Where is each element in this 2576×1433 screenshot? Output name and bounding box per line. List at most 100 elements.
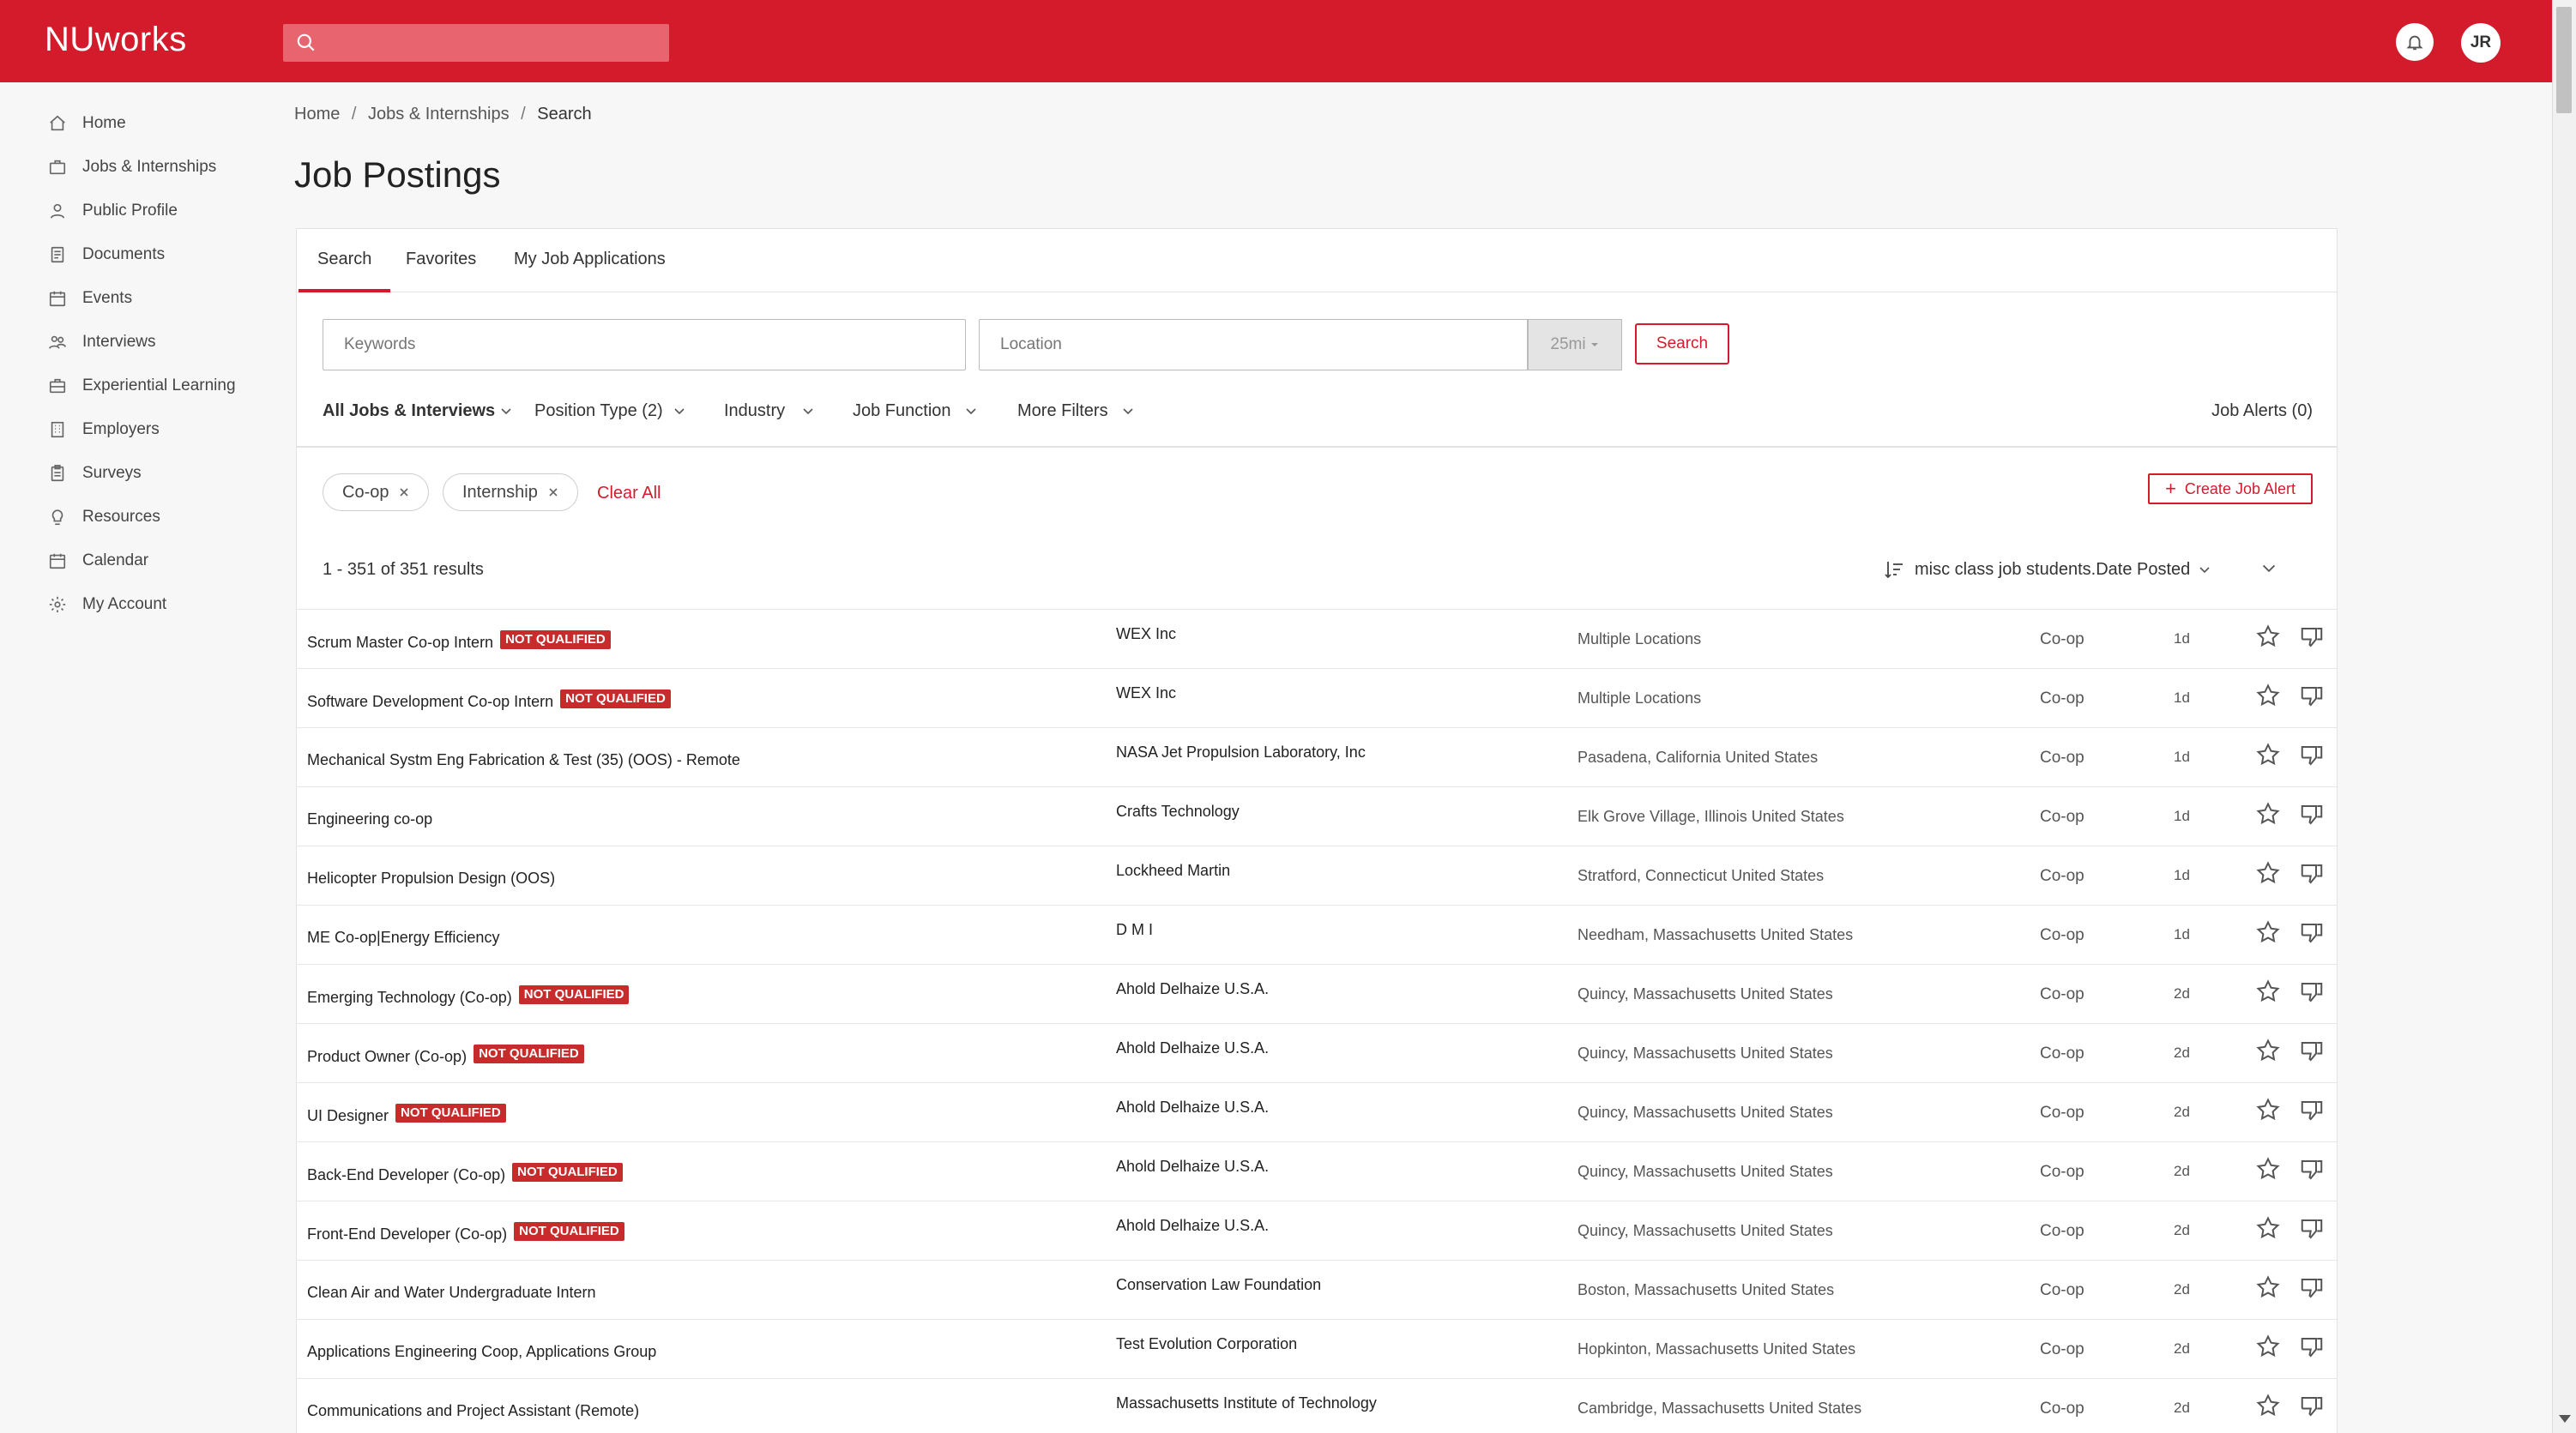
employer-name[interactable]: Ahold Delhaize U.S.A. [1116,1099,1269,1117]
breadcrumb-home-link[interactable]: Home [294,105,340,123]
thumbs-down-icon[interactable] [2299,1216,2325,1242]
employer-name[interactable]: Ahold Delhaize U.S.A. [1116,1158,1269,1176]
employer-name[interactable]: WEX Inc [1116,625,1176,643]
employer-name[interactable]: Crafts Technology [1116,803,1240,821]
sidebar-item-surveys[interactable]: Surveys [48,456,142,491]
job-title-link[interactable]: Mechanical Systm Eng Fabrication & Test … [307,751,740,769]
thumbs-down-icon[interactable] [2299,743,2325,768]
star-icon[interactable] [2255,1156,2281,1182]
job-title-link[interactable]: Software Development Co-op Intern [307,693,553,711]
employer-name[interactable]: Conservation Law Foundation [1116,1276,1321,1294]
brand-logo[interactable]: NUworks [45,21,187,59]
job-row[interactable]: Front-End Developer (Co-op) NOT QUALIFIE… [297,1201,2337,1260]
star-icon[interactable] [2255,1274,2281,1300]
job-row[interactable]: Clean Air and Water Undergraduate Intern… [297,1260,2337,1319]
job-title-link[interactable]: Back-End Developer (Co-op) [307,1166,505,1184]
job-title-link[interactable]: UI Designer [307,1107,389,1125]
job-row[interactable]: Software Development Co-op Intern NOT QU… [297,668,2337,727]
radius-select[interactable]: 25mi [1528,319,1622,370]
avatar[interactable]: JR [2461,23,2501,63]
job-title-link[interactable]: Scrum Master Co-op Intern [307,634,493,652]
sidebar-item-my-account[interactable]: My Account [48,587,166,622]
job-row[interactable]: Mechanical Systm Eng Fabrication & Test … [297,727,2337,786]
sidebar-item-resources[interactable]: Resources [48,500,160,534]
job-title-link[interactable]: Clean Air and Water Undergraduate Intern [307,1284,596,1302]
sidebar-item-documents[interactable]: Documents [48,238,165,272]
sort-dropdown[interactable]: misc class job students.Date Posted [1884,557,2211,582]
filter-more-filters[interactable]: More Filters [1017,396,1134,425]
sidebar-item-home[interactable]: Home [48,106,126,141]
create-job-alert-button[interactable]: + Create Job Alert [2148,473,2313,504]
star-icon[interactable] [2255,860,2281,886]
tab-search[interactable]: Search [299,229,391,292]
sidebar-item-public-profile[interactable]: Public Profile [48,194,178,228]
job-row[interactable]: UI Designer NOT QUALIFIED Ahold Delhaize… [297,1082,2337,1141]
job-row[interactable]: Helicopter Propulsion Design (OOS) Lockh… [297,846,2337,905]
sidebar-item-experiential-learning[interactable]: Experiential Learning [48,369,236,403]
breadcrumb-jobs-link[interactable]: Jobs & Internships [368,105,510,123]
star-icon[interactable] [2255,1393,2281,1418]
employer-name[interactable]: Ahold Delhaize U.S.A. [1116,1217,1269,1235]
notifications-button[interactable] [2396,23,2434,61]
thumbs-down-icon[interactable] [2299,802,2325,828]
star-icon[interactable] [2255,1215,2281,1241]
close-icon[interactable] [548,487,558,497]
thumbs-down-icon[interactable] [2299,1334,2325,1360]
star-icon[interactable] [2255,978,2281,1004]
sidebar-item-events[interactable]: Events [48,281,132,316]
employer-name[interactable]: Lockheed Martin [1116,862,1230,880]
job-row[interactable]: Applications Engineering Coop, Applicati… [297,1319,2337,1378]
star-icon[interactable] [2255,1038,2281,1063]
thumbs-down-icon[interactable] [2299,861,2325,887]
global-search-input[interactable] [283,24,669,62]
chip-coop[interactable]: Co-op [323,473,430,511]
scrollbar-thumb[interactable] [2556,7,2572,113]
job-title-link[interactable]: Engineering co-op [307,810,432,828]
job-row[interactable]: Emerging Technology (Co-op) NOT QUALIFIE… [297,964,2337,1023]
job-row[interactable]: Product Owner (Co-op) NOT QUALIFIED Ahol… [297,1023,2337,1082]
tab-my-job-applications[interactable]: My Job Applications [495,229,685,292]
filter-position-type[interactable]: Position Type (2) [534,396,685,425]
job-title-link[interactable]: Communications and Project Assistant (Re… [307,1402,639,1420]
job-row[interactable]: Engineering co-op Crafts Technology Elk … [297,786,2337,846]
thumbs-down-icon[interactable] [2299,920,2325,946]
star-icon[interactable] [2255,683,2281,708]
job-row[interactable]: ME Co-op|Energy Efficiency D M I Needham… [297,905,2337,964]
job-title-link[interactable]: Front-End Developer (Co-op) [307,1225,507,1243]
employer-name[interactable]: Ahold Delhaize U.S.A. [1116,980,1269,998]
star-icon[interactable] [2255,623,2281,649]
job-title-link[interactable]: Emerging Technology (Co-op) [307,989,512,1007]
sidebar-item-employers[interactable]: Employers [48,412,160,447]
job-row[interactable]: Back-End Developer (Co-op) NOT QUALIFIED… [297,1141,2337,1201]
job-alerts-link[interactable]: Job Alerts (0) [2211,396,2313,425]
job-row[interactable]: Scrum Master Co-op Intern NOT QUALIFIED … [297,609,2337,668]
job-title-link[interactable]: ME Co-op|Energy Efficiency [307,929,499,947]
sidebar-item-interviews[interactable]: Interviews [48,325,156,359]
employer-name[interactable]: WEX Inc [1116,684,1176,702]
filter-job-function[interactable]: Job Function [853,396,977,425]
close-icon[interactable] [399,487,409,497]
thumbs-down-icon[interactable] [2299,1157,2325,1183]
job-title-link[interactable]: Product Owner (Co-op) [307,1048,467,1066]
thumbs-down-icon[interactable] [2299,624,2325,650]
thumbs-down-icon[interactable] [2299,1394,2325,1419]
tab-favorites[interactable]: Favorites [387,229,495,292]
scroll-down-arrow[interactable] [2559,1415,2571,1423]
thumbs-down-icon[interactable] [2299,1275,2325,1301]
star-icon[interactable] [2255,801,2281,827]
employer-name[interactable]: D M I [1116,921,1153,939]
star-icon[interactable] [2255,1097,2281,1123]
thumbs-down-icon[interactable] [2299,1039,2325,1064]
star-icon[interactable] [2255,919,2281,945]
keywords-input[interactable] [323,319,966,370]
filter-industry[interactable]: Industry [724,396,814,425]
star-icon[interactable] [2255,742,2281,768]
job-row[interactable]: Communications and Project Assistant (Re… [297,1378,2337,1433]
employer-name[interactable]: Ahold Delhaize U.S.A. [1116,1039,1269,1057]
thumbs-down-icon[interactable] [2299,1098,2325,1123]
filter-all-jobs[interactable]: All Jobs & Interviews [323,396,512,425]
employer-name[interactable]: Massachusetts Institute of Technology [1116,1394,1377,1412]
search-button[interactable]: Search [1635,323,1729,364]
chevron-down-icon[interactable] [2261,560,2277,575]
thumbs-down-icon[interactable] [2299,683,2325,709]
